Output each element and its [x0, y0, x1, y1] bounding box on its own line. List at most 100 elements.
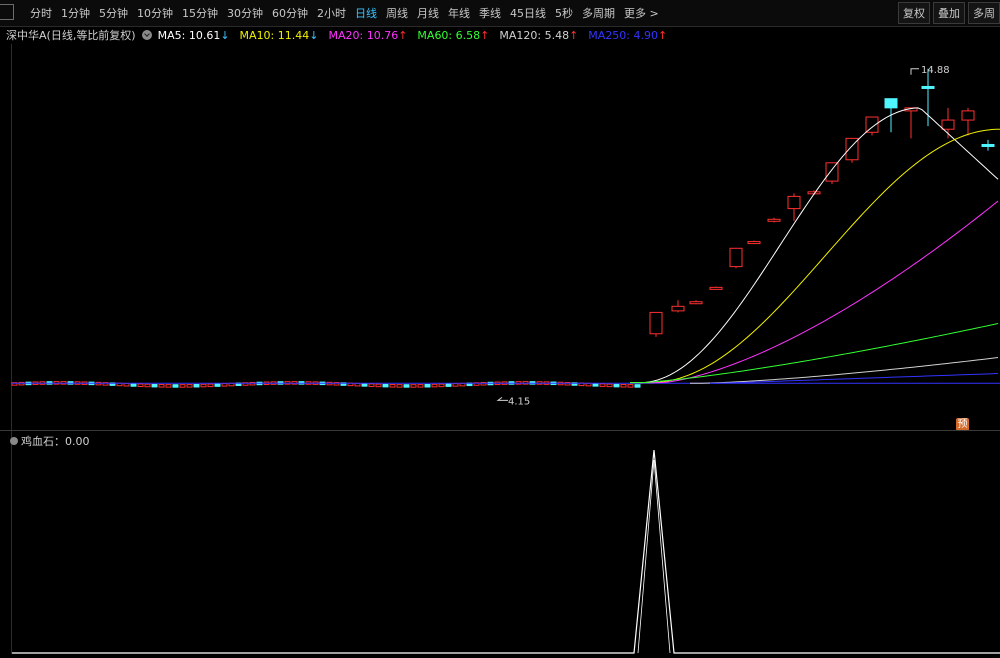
panel-toggle-icon[interactable]: [0, 4, 14, 20]
low-marker-icon: [496, 396, 508, 401]
ma20-line: [650, 200, 999, 384]
period-tab[interactable]: 月线: [417, 5, 439, 21]
period-tab[interactable]: 1分钟: [61, 5, 90, 21]
restore-rights-button[interactable]: 复权: [898, 2, 930, 24]
arrow-down-icon: ↓: [309, 28, 319, 42]
indicator-spike-inner: [637, 459, 671, 654]
multi-period-button[interactable]: 多周: [968, 2, 1000, 24]
flat-candle: [613, 383, 620, 388]
ma-value: MA60: 6.58: [417, 28, 481, 42]
overlay-button[interactable]: 叠加: [933, 2, 965, 24]
period-tab[interactable]: 45日线: [510, 5, 546, 21]
flat-candle: [382, 383, 389, 388]
period-tab[interactable]: 周线: [386, 5, 408, 21]
flat-candle: [137, 383, 144, 388]
flat-candle: [165, 384, 172, 388]
arrow-up-icon: ↑: [658, 28, 668, 42]
period-tab[interactable]: 60分钟: [272, 5, 308, 21]
sub-indicator-value: 鸡血石：0.00: [21, 435, 90, 448]
flat-candle: [620, 383, 627, 388]
high-price-label: 14.88: [921, 65, 950, 76]
stock-title[interactable]: 深中华A(日线,等比前复权): [6, 27, 136, 43]
period-tab[interactable]: 15分钟: [182, 5, 218, 21]
period-tab[interactable]: 2小时: [317, 5, 346, 21]
arrow-down-icon: ↓: [220, 28, 230, 42]
candle-body: [941, 119, 955, 130]
candle-body: [649, 311, 663, 335]
flat-candle: [207, 383, 214, 388]
flat-candle: [403, 384, 410, 388]
arrow-up-icon: ↑: [569, 28, 579, 42]
ma-value: MA20: 10.76: [328, 28, 399, 42]
ma-legend: 深中华A(日线,等比前复权) MA5: 10.61↓ MA10: 11.44↓ MA…: [0, 27, 677, 43]
arrow-up-icon: ↑: [480, 28, 490, 42]
candle-body: [767, 218, 781, 222]
period-tab[interactable]: 季线: [479, 5, 501, 21]
period-tab[interactable]: 30分钟: [227, 5, 263, 21]
period-tab[interactable]: 5分钟: [99, 5, 128, 21]
candle-body: [961, 110, 975, 121]
ma-legend-item[interactable]: MA10: 11.44↓: [240, 29, 319, 42]
ma-legend-item[interactable]: MA250: 4.90↑: [588, 29, 667, 42]
flat-candle: [445, 383, 452, 387]
candle-body: [729, 247, 743, 268]
indicator-toggle-icon[interactable]: [10, 437, 18, 445]
period-toolbar: 分时 1分钟 5分钟 10分钟 15分钟 30分钟 60分钟 2小时 日线 周线 月线 年线 季线 45日…: [0, 0, 1000, 27]
flat-candle: [130, 383, 137, 387]
ma-value: MA250: 4.90: [588, 28, 659, 42]
flat-candle: [438, 383, 445, 388]
flat-candle: [634, 384, 641, 388]
flat-candle: [158, 384, 165, 388]
flat-candle: [200, 383, 207, 388]
sub-panel-divider[interactable]: [0, 430, 1000, 431]
flat-candle: [599, 383, 606, 387]
flat-candle: [214, 383, 221, 387]
ma-legend-item[interactable]: MA20: 10.76↑: [328, 29, 407, 42]
period-tab[interactable]: 多周期: [582, 5, 615, 21]
ma250-line: [710, 373, 999, 384]
period-tab[interactable]: 10分钟: [137, 5, 173, 21]
ma-legend-item[interactable]: MA5: 10.61↓: [158, 29, 230, 42]
candlestick-chart[interactable]: 14.88 4.15: [0, 44, 1000, 430]
ma-value: MA120: 5.48: [499, 28, 570, 42]
candle-body: [825, 162, 839, 182]
flat-candle: [361, 383, 368, 387]
arrow-up-icon: ↑: [398, 28, 408, 42]
flat-candle: [452, 383, 459, 387]
flat-candle: [179, 384, 186, 388]
flat-candle: [592, 383, 599, 387]
ma5-line: [630, 107, 999, 384]
candle-body: [981, 143, 995, 147]
stock-chart-window: 分时 1分钟 5分钟 10分钟 15分钟 30分钟 60分钟 2小时 日线 周线 月线 年线 季线 45日…: [0, 0, 1000, 658]
settings-gear-icon[interactable]: [141, 30, 152, 40]
flat-candle: [417, 384, 424, 388]
flat-candle: [354, 382, 361, 387]
flat-candle: [368, 383, 375, 387]
flat-candle: [627, 384, 634, 388]
period-tab[interactable]: 5秒: [555, 5, 573, 21]
flat-candle: [186, 384, 193, 388]
sub-indicator-chart[interactable]: [0, 448, 1000, 658]
flat-candle: [151, 383, 158, 388]
flat-candle: [221, 383, 228, 387]
flat-candle: [144, 383, 151, 388]
period-tab[interactable]: 日线: [355, 5, 377, 21]
ma-value: MA10: 11.44: [239, 28, 310, 42]
period-tab[interactable]: 分时: [30, 5, 52, 21]
flat-candle: [123, 382, 130, 387]
candle-body: [921, 85, 935, 89]
sub-indicator-label: 鸡血石：0.00: [10, 433, 90, 449]
ma-value: MA5: 10.61: [157, 28, 221, 42]
flat-candle: [396, 384, 403, 388]
candle-body: [787, 195, 801, 210]
flat-candle: [193, 383, 200, 388]
flat-candle: [410, 384, 417, 388]
flat-candle: [431, 383, 438, 388]
flat-candle: [424, 384, 431, 388]
period-tabs: 分时 1分钟 5分钟 10分钟 15分钟 30分钟 60分钟 2小时 日线 周线 月线 年线 季线 45日…: [30, 0, 668, 26]
period-tab[interactable]: 更多 >: [624, 5, 659, 21]
period-tab[interactable]: 年线: [448, 5, 470, 21]
ma-legend-item[interactable]: MA120: 5.48↑: [499, 29, 578, 42]
ma10-line: [640, 128, 1000, 384]
ma-legend-item[interactable]: MA60: 6.58↑: [417, 29, 489, 42]
